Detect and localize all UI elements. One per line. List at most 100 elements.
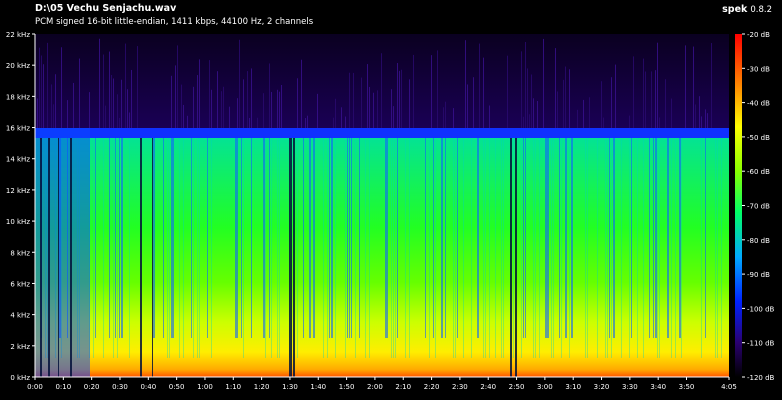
spectrogram-plot (35, 34, 729, 377)
spectrogram-streak (409, 79, 410, 128)
spectrogram-streak (257, 117, 258, 128)
db-tick-label: -30 dB (747, 65, 770, 73)
spectrogram-streak (525, 138, 526, 338)
spectrogram-streak (609, 138, 610, 338)
y-tick-label: 16 kHz (6, 125, 30, 133)
spectrogram-streak (393, 106, 394, 128)
spectrogram-streak (605, 138, 606, 358)
spectrogram-streak (193, 138, 194, 358)
spectrogram-streak (621, 138, 622, 358)
x-tick-label: 1:00 (197, 383, 213, 391)
spectrogram-streak (551, 138, 552, 358)
spectrogram-streak (527, 68, 528, 128)
spectrogram-streak (471, 138, 472, 358)
spectrogram-streak (533, 138, 534, 358)
db-tick-label: -100 dB (747, 305, 775, 313)
spectrogram-streak (247, 71, 248, 128)
spectrogram-streak (347, 138, 348, 338)
spectrogram-streak (179, 138, 180, 358)
spectrogram-streak (95, 138, 96, 338)
spectrogram-streak (685, 45, 686, 128)
spectrogram-streak (103, 54, 104, 129)
spectrogram-streak (659, 117, 660, 128)
x-tick-label: 0:40 (140, 383, 156, 391)
spectrogram-streak (557, 91, 558, 128)
spectrogram-streak (221, 91, 222, 128)
spectrogram-streak (331, 138, 333, 338)
spectrogram-streak (717, 138, 718, 358)
spectrogram-streak (705, 109, 706, 128)
spectrogram-streak (183, 104, 184, 128)
spectrogram-streak (531, 74, 532, 128)
spectrogram-streak (457, 138, 458, 338)
x-tick-label: 3:40 (650, 383, 666, 391)
spectrogram-streak (441, 138, 443, 338)
spectrogram-streak (629, 115, 630, 128)
spectrogram-streak (637, 138, 638, 358)
spectrogram-streak (429, 138, 430, 358)
db-color-bar (735, 34, 742, 377)
x-tick-label: 0:50 (169, 383, 185, 391)
spectrogram-streak (111, 75, 112, 128)
spectrogram-streak (445, 101, 446, 128)
spectrogram-streak (523, 116, 524, 128)
spectrogram-streak (381, 53, 382, 128)
spectrogram-streak (269, 63, 270, 128)
y-tick-label: 12 kHz (6, 187, 30, 195)
spectrogram-streak (163, 138, 164, 338)
spectrogram-streak (93, 138, 94, 358)
spectrogram-streak (367, 64, 368, 128)
x-tick-label: 0:10 (55, 383, 71, 391)
spectrogram-streak (35, 128, 90, 377)
spectrogram-streak (601, 81, 602, 128)
spectrogram-streak (361, 77, 362, 128)
spectrogram-streak (281, 84, 282, 128)
spectrogram-streak (153, 138, 155, 338)
spectrogram-streak (243, 138, 244, 358)
spectrogram-streak (671, 138, 672, 358)
spectrogram-streak (48, 138, 50, 377)
spectrogram-streak (129, 112, 130, 128)
spectrogram-streak (671, 98, 672, 128)
spectrogram-streak (393, 138, 394, 358)
spectrogram-streak (127, 89, 128, 128)
x-tick-label: 1:10 (225, 383, 241, 391)
spectrogram-streak (561, 138, 562, 358)
spectrogram-streak (317, 93, 318, 128)
spectrogram-streak (529, 114, 530, 128)
x-tick-label: 3:00 (537, 383, 553, 391)
db-tick-label: -50 dB (747, 134, 770, 142)
spectrogram-streak (359, 138, 360, 338)
spectrogram-streak (55, 74, 56, 128)
spectrogram-streak (333, 117, 334, 128)
x-tick-label: 1:40 (310, 383, 326, 391)
spectrogram-streak (239, 39, 240, 128)
spectrogram-streak (58, 138, 59, 377)
spectrogram-streak (309, 138, 311, 338)
spectrogram-streak (615, 64, 616, 128)
spectrogram-streak (535, 138, 536, 358)
x-tick-label: 2:50 (509, 383, 525, 391)
db-tick-label: -90 dB (747, 271, 770, 279)
spectrogram-streak (715, 138, 716, 358)
spectrogram-streak (235, 138, 237, 338)
x-tick-label: 1:30 (282, 383, 298, 391)
cutoff-band (35, 128, 729, 138)
db-tick-label: -40 dB (747, 100, 770, 108)
spectrogram-streak (39, 47, 40, 128)
spectrogram-streak (507, 55, 508, 129)
spectrogram-streak (521, 51, 522, 128)
spectrogram-streak (649, 138, 650, 338)
spectrogram-streak (391, 89, 392, 128)
spectrogram-streak (223, 86, 224, 128)
spectrogram-streak (117, 138, 118, 358)
spectrogram-streak (659, 138, 660, 358)
spectrogram-streak (513, 138, 514, 358)
spectrogram-streak (115, 138, 116, 338)
spectrogram-streak (313, 138, 315, 338)
spectrogram-streak (140, 138, 142, 377)
db-tick-label: -80 dB (747, 237, 770, 245)
spectrogram-streak (41, 55, 42, 128)
spectrogram-streak (73, 82, 74, 128)
x-tick-label: 0:20 (84, 383, 100, 391)
